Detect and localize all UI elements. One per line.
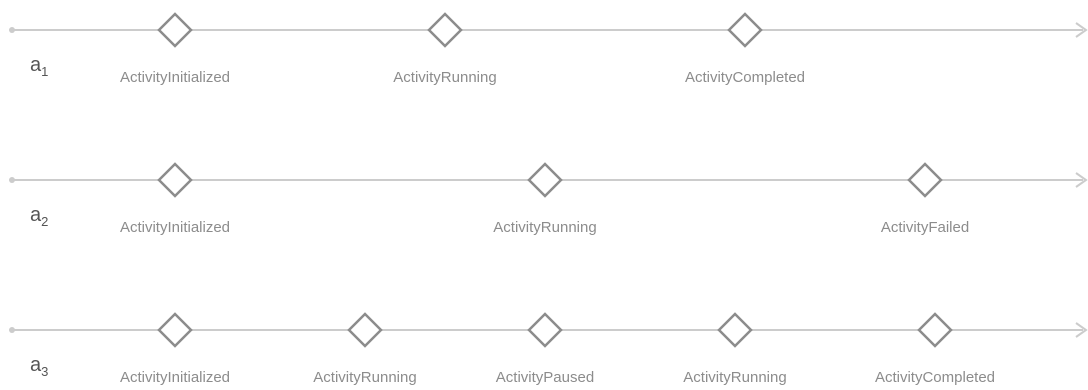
timeline-svg: a1 ActivityInitialized ActivityRunning Acti… — [9, 12, 1088, 386]
timeline-label: a1 — [30, 54, 48, 79]
timeline-label: a2 — [30, 204, 48, 229]
event-label: ActivityRunning — [313, 369, 416, 385]
timeline-label: a3 — [30, 354, 48, 379]
timeline-label-subscript: 2 — [41, 214, 48, 229]
timeline-label-subscript: 1 — [41, 64, 48, 79]
timeline-diagram: a1 ActivityInitialized ActivityRunning Acti… — [0, 0, 1088, 386]
timeline-row: a1 ActivityInitialized ActivityRunning Acti… — [9, 12, 1088, 86]
event-diamond-marker — [727, 12, 763, 48]
event-diamond-marker — [717, 312, 753, 348]
timeline-start-dot — [9, 177, 15, 183]
event-label: ActivityCompleted — [875, 369, 995, 385]
event-label: ActivityCompleted — [685, 69, 805, 86]
timeline-row: a2 ActivityInitialized ActivityRunning Acti… — [9, 162, 1088, 236]
event-diamond-marker — [427, 12, 463, 48]
event-diamond-marker — [157, 312, 193, 348]
event-label: ActivityRunning — [393, 69, 496, 86]
event-label: ActivityInitialized — [120, 219, 230, 236]
event-label: ActivityPaused — [496, 369, 594, 385]
event-diamond-marker — [527, 312, 563, 348]
event-diamond-marker — [907, 162, 943, 198]
event-diamond-marker — [917, 312, 953, 348]
timeline-label-subscript: 3 — [41, 364, 48, 379]
event-diamond-marker — [527, 162, 563, 198]
event-diamond-marker — [157, 12, 193, 48]
event-label: ActivityFailed — [881, 219, 969, 236]
event-label: ActivityRunning — [493, 219, 596, 236]
timeline-row: a3 ActivityInitialized ActivityRunning Acti… — [9, 312, 1088, 386]
event-label: ActivityRunning — [683, 369, 786, 385]
event-diamond-marker — [157, 162, 193, 198]
event-diamond-marker — [347, 312, 383, 348]
event-label: ActivityInitialized — [120, 69, 230, 86]
event-label: ActivityInitialized — [120, 369, 230, 385]
timeline-start-dot — [9, 327, 15, 333]
timeline-start-dot — [9, 27, 15, 33]
